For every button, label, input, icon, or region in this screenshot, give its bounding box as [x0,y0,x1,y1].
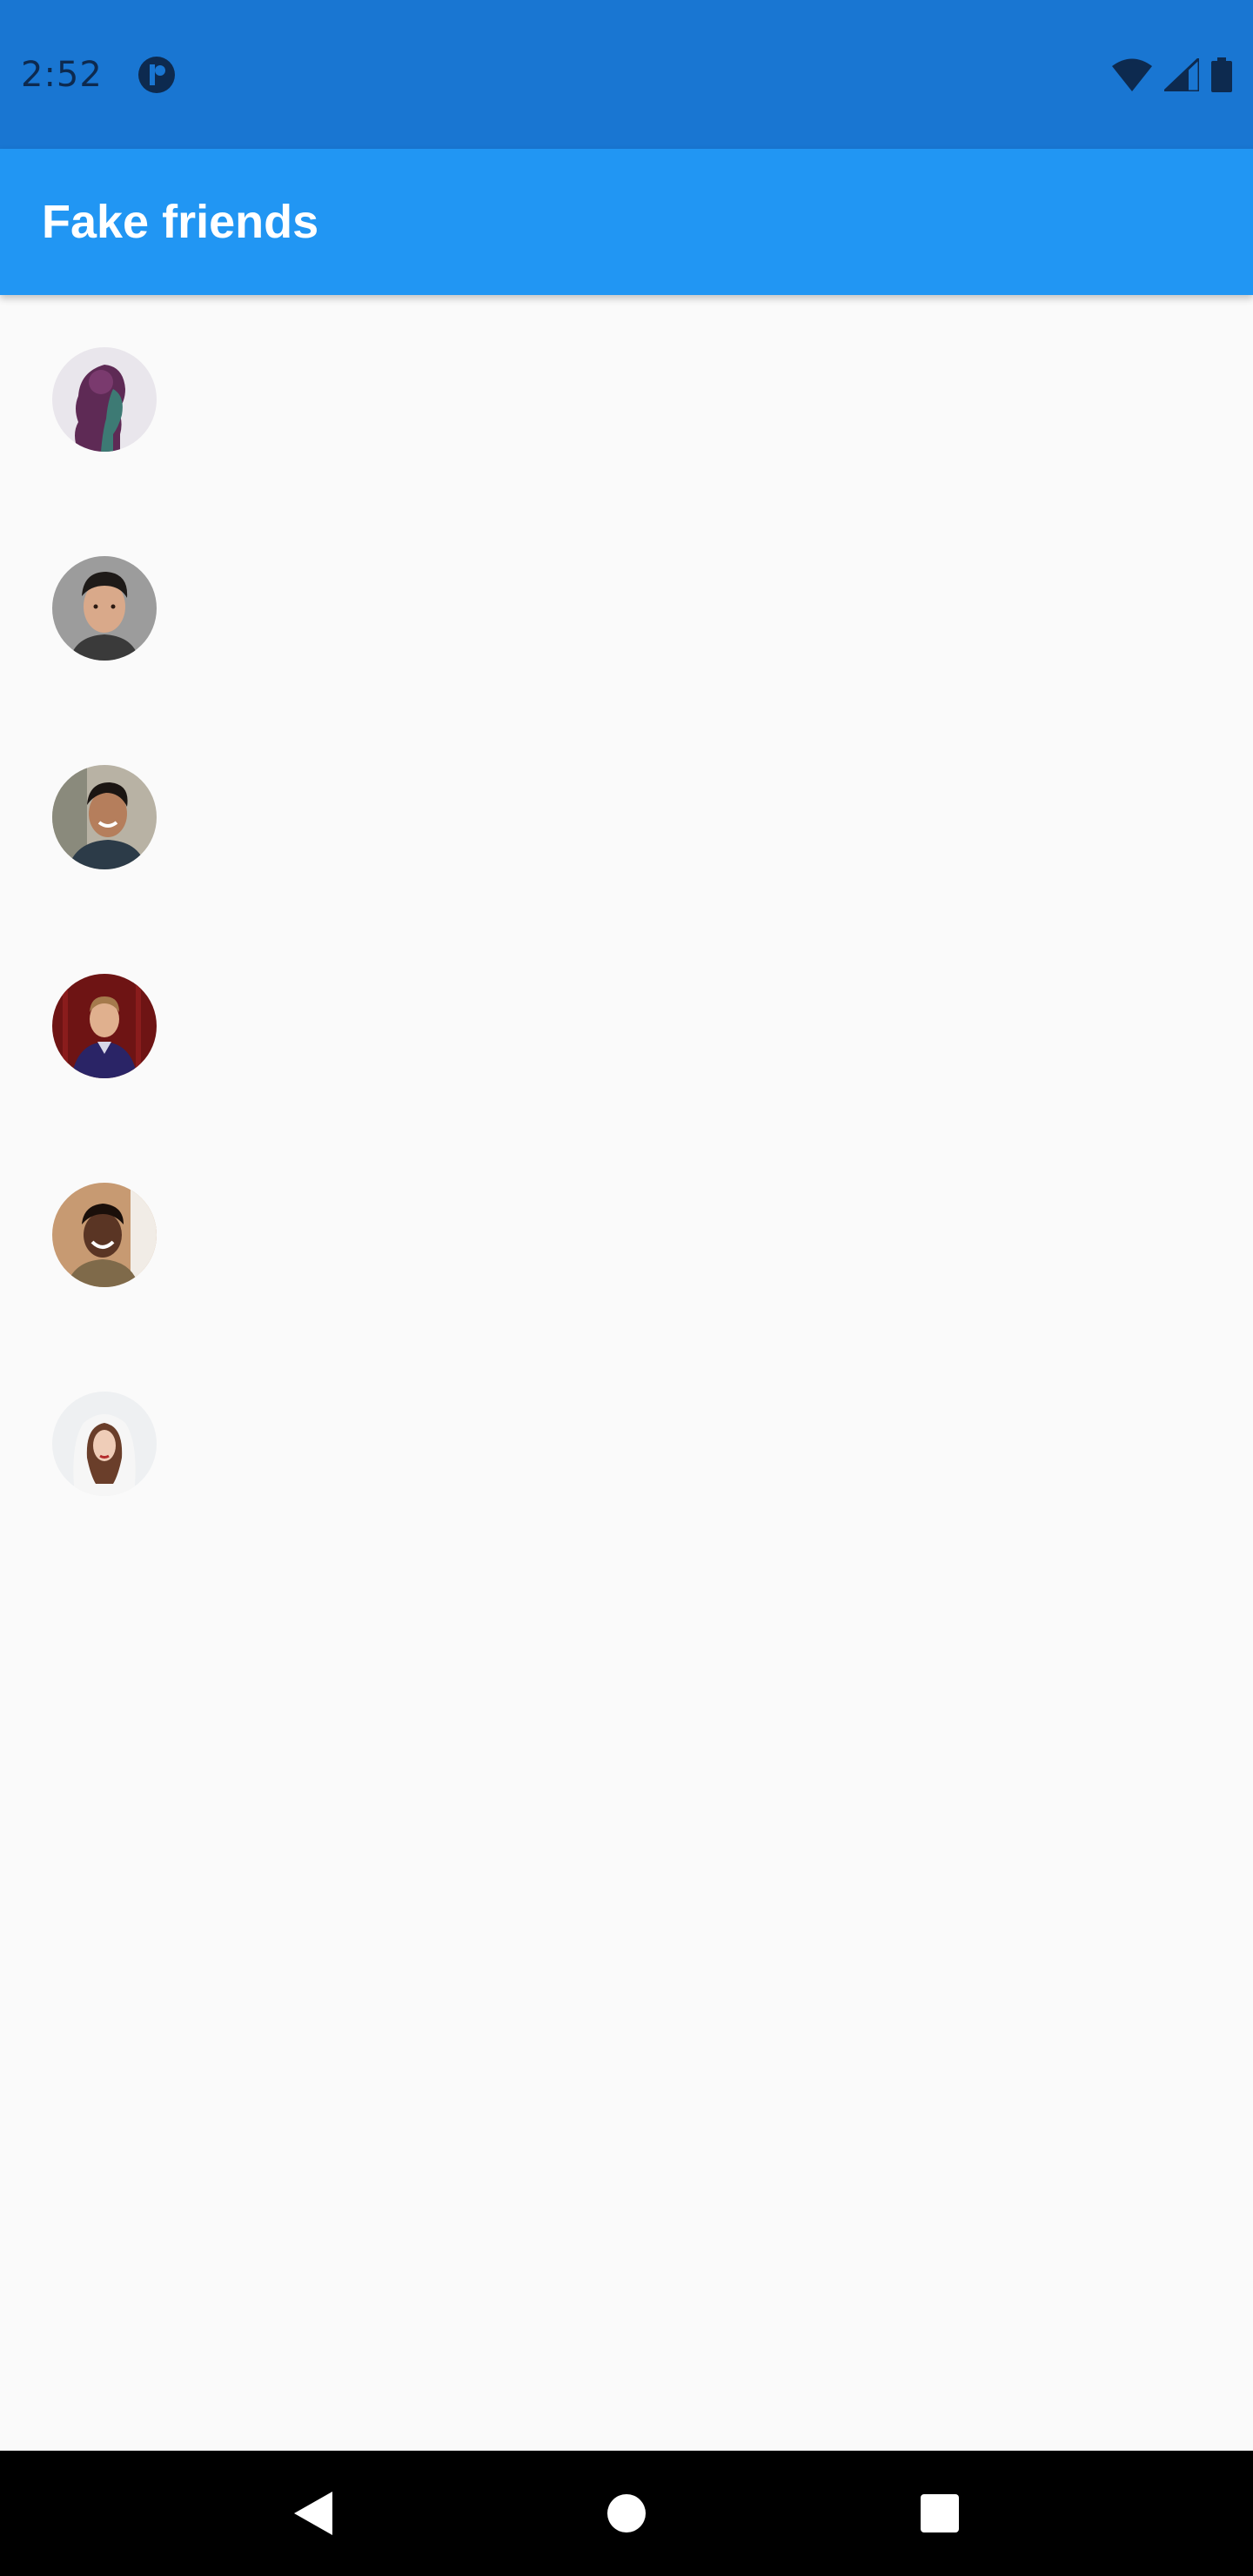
status-left: 2:52 [21,55,176,95]
list-item[interactable] [0,295,1253,504]
app-notification-icon [137,56,176,94]
battery-icon [1211,57,1232,92]
list-item[interactable] [0,922,1253,1130]
back-icon[interactable] [271,2472,355,2555]
list-item[interactable] [0,1130,1253,1339]
list-item[interactable] [0,1339,1253,1548]
list-item[interactable] [0,713,1253,922]
home-icon[interactable] [585,2472,668,2555]
page-title: Fake friends [42,196,319,248]
status-right [1112,57,1232,92]
avatar-purple-profile[interactable] [52,347,157,452]
navigation-bar [0,2451,1253,2576]
avatar-woman-white-hood[interactable] [52,1392,157,1496]
avatar-laughing-man[interactable] [52,1183,157,1287]
recents-icon[interactable] [898,2472,982,2555]
avatar-young-man[interactable] [52,556,157,661]
wifi-icon [1112,58,1152,91]
list-item[interactable] [0,504,1253,713]
app-bar: Fake friends [0,149,1253,295]
status-time: 2:52 [21,54,103,95]
avatar-man-red-curtain[interactable] [52,974,157,1078]
avatar-smiling-man[interactable] [52,765,157,869]
cell-signal-icon [1164,57,1199,91]
friend-list [0,295,1253,1548]
status-bar: 2:52 [0,0,1253,149]
